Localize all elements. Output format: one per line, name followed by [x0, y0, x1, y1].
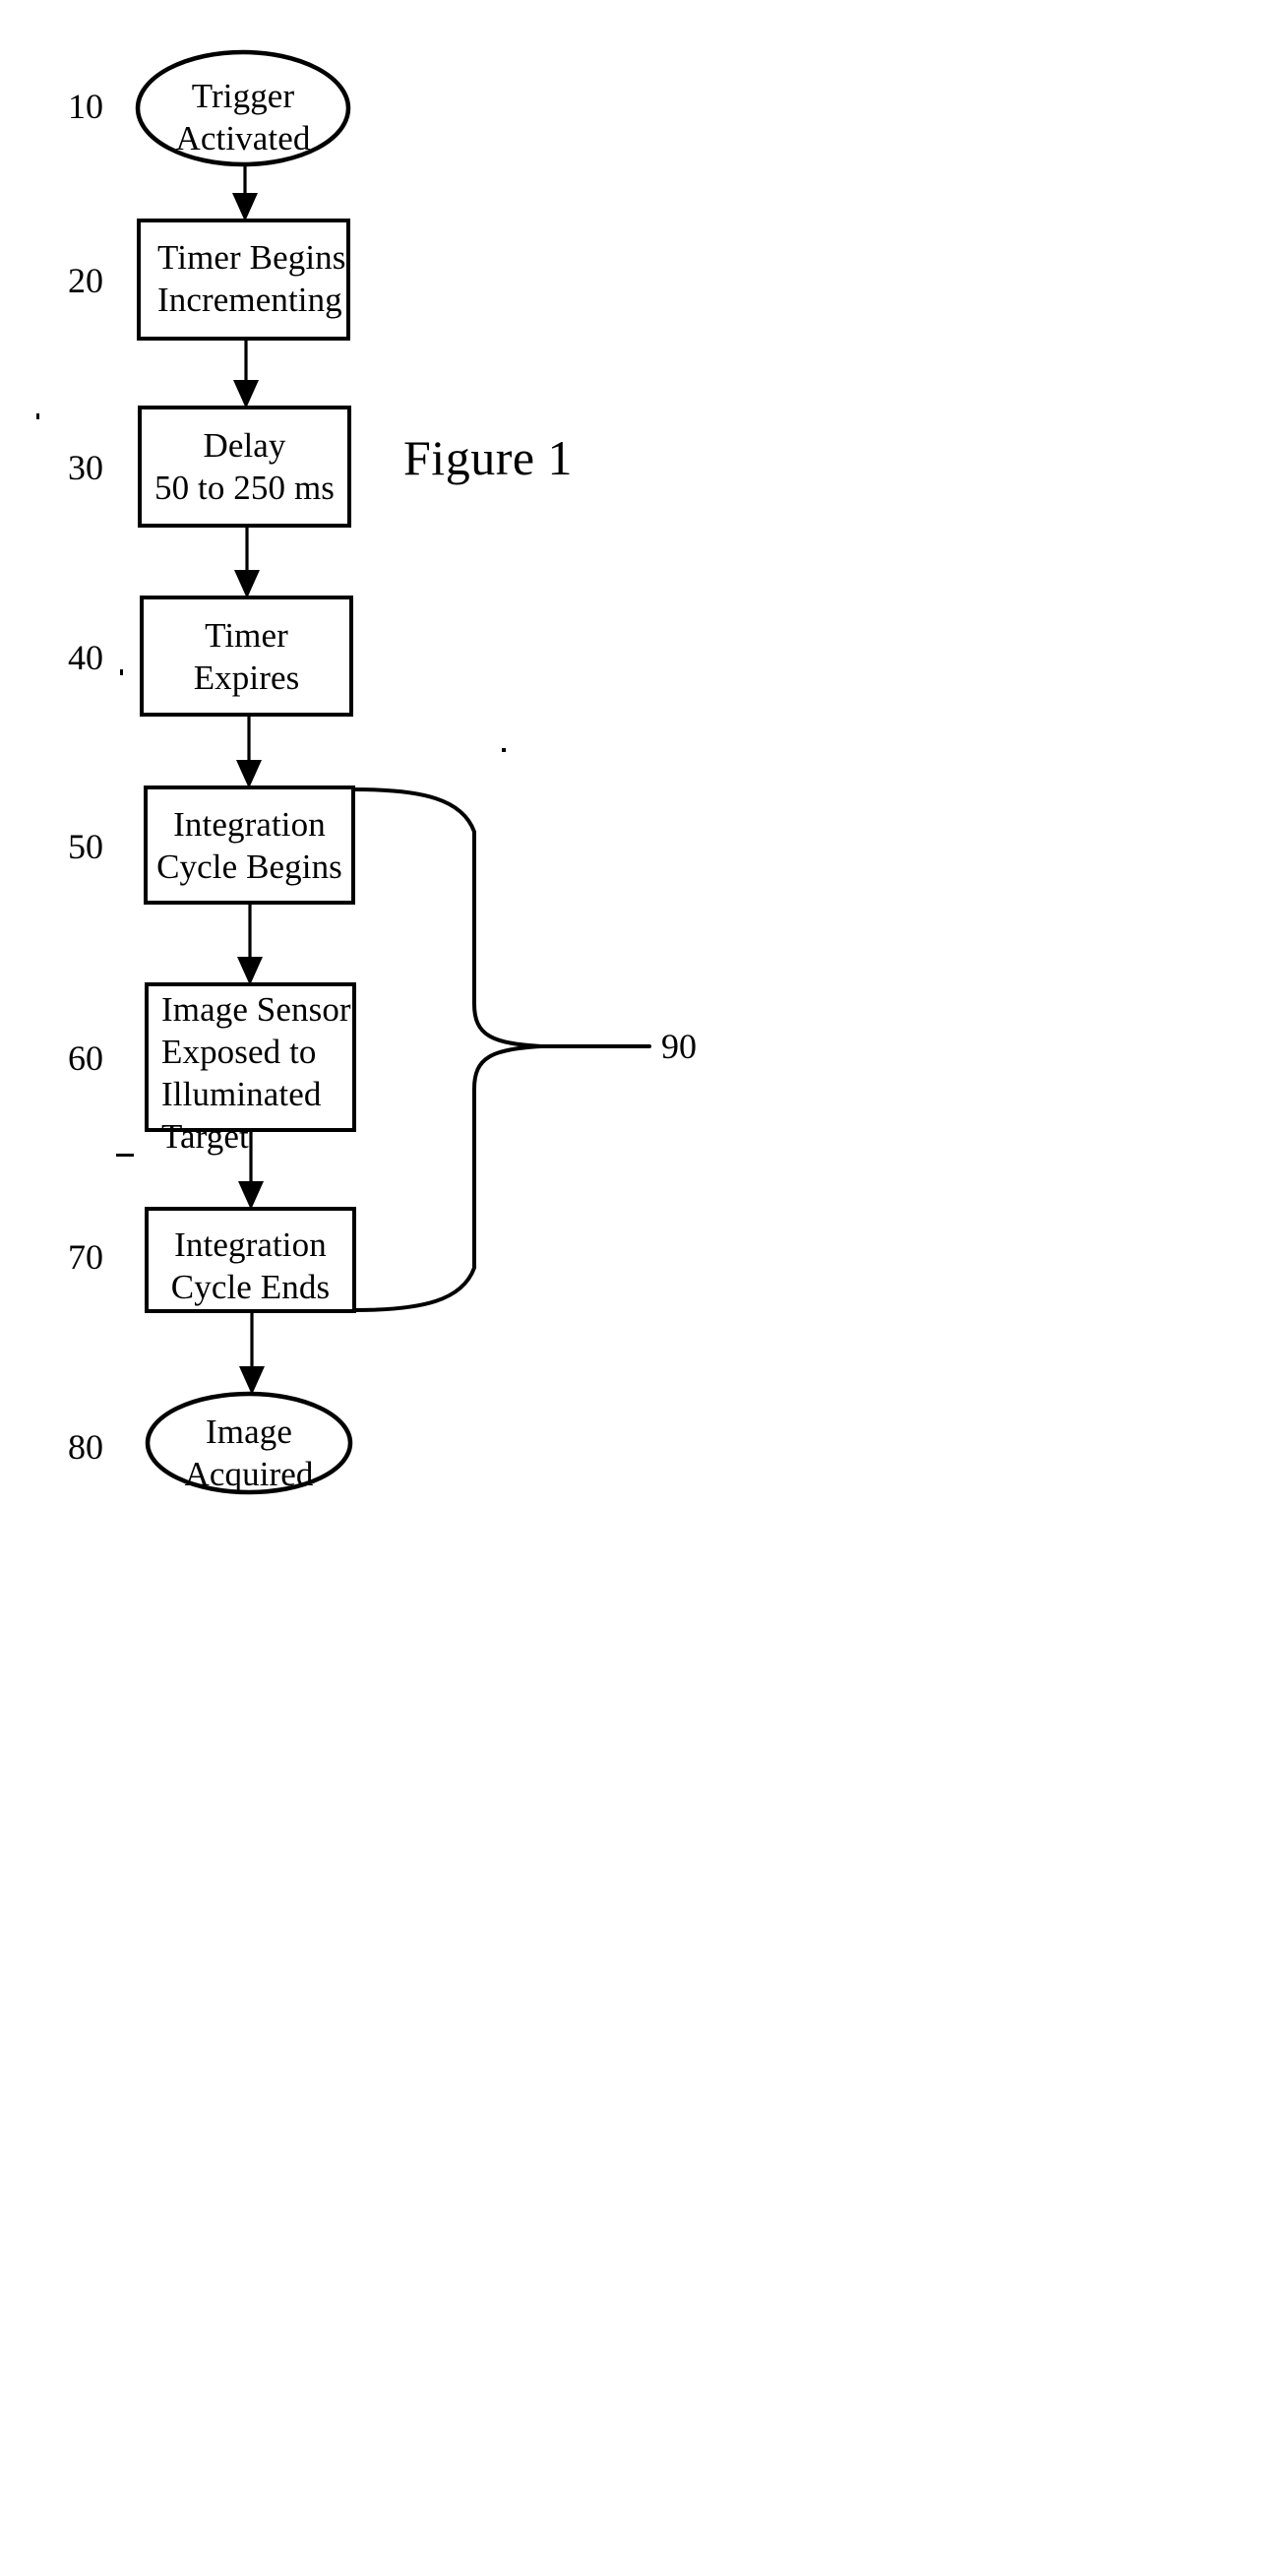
figure-container: Trigger Activated Timer Begins Increment…: [0, 0, 1288, 2576]
ref-number-70: 70: [68, 1237, 103, 1277]
connector-integration-begins-to-sensor: [237, 903, 263, 985]
node-label-image-acquired: Image Acquired: [184, 1413, 314, 1493]
ref-number-80: 80: [68, 1427, 103, 1467]
connector-integration-ends-to-acquired: [239, 1311, 265, 1395]
scan-speck: [502, 748, 506, 752]
ref-number-50: 50: [68, 827, 103, 866]
ref-number-30: 30: [68, 448, 103, 487]
connector-timer-to-delay: [233, 339, 259, 408]
scan-speck: [116, 1154, 134, 1157]
node-label-integration-cycle-ends: Integration Cycle Ends: [170, 1225, 331, 1306]
ref-number-10: 10: [68, 87, 103, 126]
scan-speck: [120, 669, 123, 675]
connector-trigger-to-timer: [232, 164, 258, 221]
node-label-timer-expires: Timer Expires: [193, 616, 300, 697]
connector-expires-to-integration-begins: [236, 715, 262, 788]
node-label-trigger-activated: Trigger Activated: [175, 77, 311, 157]
scan-speck: [36, 413, 39, 419]
ref-number-90: 90: [661, 1027, 697, 1066]
connector-delay-to-expires: [234, 526, 260, 598]
brace-connector-90: [352, 787, 651, 1312]
node-label-image-sensor-exposed: Image Sensor Exposed to Illuminated Targ…: [161, 990, 351, 1156]
figure-title: Figure 1: [403, 430, 574, 485]
node-label-delay: Delay 50 to 250 ms: [153, 426, 336, 507]
ref-number-20: 20: [68, 261, 103, 300]
node-label-timer-begins-incrementing: Timer Begins Incrementing: [157, 238, 346, 319]
ref-number-40: 40: [68, 638, 103, 677]
ref-number-60: 60: [68, 1038, 103, 1078]
node-label-integration-cycle-begins: Integration Cycle Begins: [156, 805, 342, 886]
